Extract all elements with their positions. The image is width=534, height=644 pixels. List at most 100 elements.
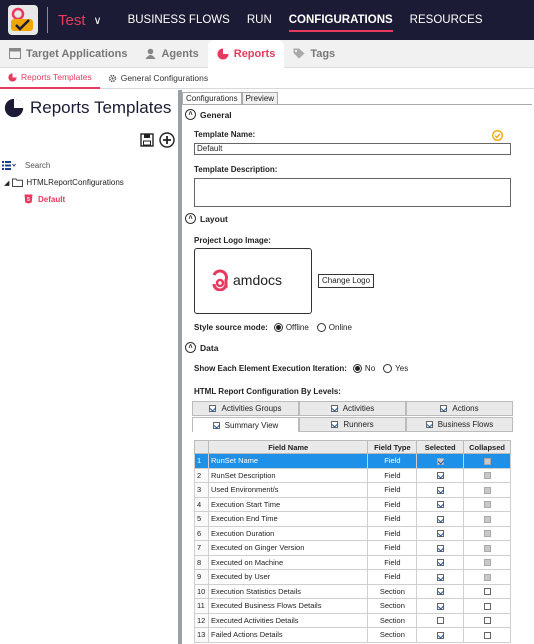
tree-item-default[interactable]: 5 Default bbox=[24, 194, 65, 204]
online-option[interactable]: Online bbox=[316, 323, 352, 332]
collapsed-checkbox[interactable] bbox=[483, 515, 491, 523]
selected-cell[interactable] bbox=[416, 467, 465, 483]
expand-arrow-icon[interactable]: ◢ bbox=[4, 179, 9, 187]
collapsed-checkbox[interactable] bbox=[483, 530, 491, 538]
add-icon[interactable] bbox=[159, 132, 175, 148]
collapse-icon[interactable]: ˄ bbox=[185, 213, 196, 224]
table-row[interactable]: 8 Executed on Machine Field bbox=[194, 554, 511, 570]
collapsed-cell[interactable] bbox=[463, 525, 511, 541]
column-header-collapsed[interactable]: Collapsed bbox=[463, 440, 511, 454]
selected-checkbox[interactable] bbox=[436, 588, 444, 596]
collapsed-checkbox[interactable] bbox=[483, 457, 491, 465]
field-name-cell[interactable]: Execution Duration bbox=[207, 525, 369, 541]
collapsed-cell[interactable] bbox=[463, 467, 511, 483]
collapse-icon[interactable]: ˄ bbox=[185, 342, 196, 353]
radio-offline[interactable] bbox=[273, 323, 283, 332]
tab-summary-view[interactable]: Summary View bbox=[192, 417, 299, 432]
collapsed-checkbox[interactable] bbox=[483, 559, 491, 567]
tab-tags[interactable]: Tags bbox=[284, 40, 344, 68]
collapsed-checkbox[interactable] bbox=[483, 631, 491, 639]
collapsed-cell[interactable] bbox=[463, 540, 511, 556]
collapsed-checkbox[interactable] bbox=[483, 544, 491, 552]
selected-cell[interactable] bbox=[416, 540, 465, 556]
table-row[interactable]: 9 Executed by User Field bbox=[194, 569, 511, 585]
selected-checkbox[interactable] bbox=[436, 559, 444, 567]
search-input[interactable]: Search bbox=[25, 161, 50, 170]
selected-cell[interactable] bbox=[416, 525, 465, 541]
tab-activities-groups[interactable]: Activities Groups bbox=[192, 401, 299, 416]
collapsed-checkbox[interactable] bbox=[483, 617, 491, 625]
section-general[interactable]: ˄ General bbox=[185, 109, 232, 120]
table-row[interactable]: 2 RunSet Description Field bbox=[194, 467, 511, 483]
save-icon[interactable] bbox=[140, 133, 154, 147]
collapsed-cell[interactable] bbox=[463, 598, 511, 614]
template-name-input[interactable]: Default bbox=[194, 143, 511, 155]
nav-configurations[interactable]: CONFIGURATIONS bbox=[288, 0, 393, 40]
selected-checkbox[interactable] bbox=[436, 472, 444, 480]
nav-run[interactable]: RUN bbox=[247, 0, 272, 40]
table-row[interactable]: 5 Execution End Time Field bbox=[194, 511, 511, 527]
nav-resources[interactable]: RESOURCES bbox=[410, 0, 483, 40]
selected-cell[interactable] bbox=[416, 482, 465, 498]
selected-cell[interactable] bbox=[416, 598, 465, 614]
selected-checkbox[interactable] bbox=[436, 617, 444, 625]
field-name-cell[interactable]: Execution End Time bbox=[207, 511, 369, 527]
radio-online[interactable] bbox=[316, 323, 326, 332]
table-row[interactable]: 6 Execution Duration Field bbox=[194, 525, 511, 541]
selected-checkbox[interactable] bbox=[436, 573, 444, 581]
nav-business-flows[interactable]: BUSINESS FLOWS bbox=[128, 0, 230, 40]
change-logo-button[interactable]: Change Logo bbox=[318, 274, 375, 288]
field-name-cell[interactable]: Execution Statistics Details bbox=[207, 583, 369, 599]
selected-cell[interactable] bbox=[416, 569, 465, 585]
field-name-cell[interactable]: RunSet Description bbox=[207, 467, 369, 483]
collapsed-cell[interactable] bbox=[463, 554, 511, 570]
tab-general-configurations[interactable]: General Configurations bbox=[100, 68, 216, 89]
selected-cell[interactable] bbox=[416, 511, 465, 527]
tab-business-flows[interactable]: Business Flows bbox=[406, 417, 513, 432]
column-header-selected[interactable]: Selected bbox=[416, 440, 465, 454]
field-name-cell[interactable]: RunSet Name bbox=[207, 453, 369, 469]
collapsed-checkbox[interactable] bbox=[483, 602, 491, 610]
section-data[interactable]: ˄ Data bbox=[185, 342, 218, 353]
collapsed-checkbox[interactable] bbox=[483, 501, 491, 509]
selected-cell[interactable] bbox=[416, 627, 465, 643]
collapsed-cell[interactable] bbox=[463, 627, 511, 643]
table-row[interactable]: 1 RunSet Name Field bbox=[194, 453, 511, 469]
tab-reports[interactable]: Reports bbox=[207, 39, 285, 68]
no-option[interactable]: No bbox=[352, 364, 375, 373]
radio-no[interactable] bbox=[352, 364, 362, 373]
tab-runners[interactable]: Runners bbox=[299, 417, 406, 432]
collapsed-checkbox[interactable] bbox=[483, 588, 491, 596]
field-name-cell[interactable]: Execution Start Time bbox=[207, 496, 369, 512]
selected-checkbox[interactable] bbox=[436, 530, 444, 538]
selected-checkbox[interactable] bbox=[436, 486, 444, 494]
table-row[interactable]: 10 Execution Statistics Details Section bbox=[194, 583, 511, 599]
tree-item-htmlreportconfigurations[interactable]: ◢ HTMLReportConfigurations bbox=[4, 178, 124, 187]
selected-checkbox[interactable] bbox=[436, 631, 444, 639]
field-name-cell[interactable]: Executed on Machine bbox=[207, 554, 369, 570]
selected-checkbox[interactable] bbox=[436, 501, 444, 509]
field-name-cell[interactable]: Executed on Ginger Version bbox=[207, 540, 369, 556]
tab-activities[interactable]: Activities bbox=[299, 401, 406, 416]
selected-cell[interactable] bbox=[416, 554, 465, 570]
selected-cell[interactable] bbox=[416, 612, 465, 628]
selected-cell[interactable] bbox=[416, 453, 465, 469]
tab-actions[interactable]: Actions bbox=[406, 401, 513, 416]
radio-yes[interactable] bbox=[383, 364, 393, 373]
list-view-icon[interactable] bbox=[2, 160, 16, 170]
collapsed-cell[interactable] bbox=[463, 496, 511, 512]
template-description-input[interactable] bbox=[194, 178, 511, 207]
field-name-cell[interactable]: Failed Actions Details bbox=[207, 627, 369, 643]
collapsed-cell[interactable] bbox=[463, 583, 511, 599]
table-row[interactable]: 3 Used Environment/s Field bbox=[194, 482, 511, 498]
table-row[interactable]: 12 Executed Activities Details Section bbox=[194, 612, 511, 628]
collapsed-cell[interactable] bbox=[463, 569, 511, 585]
selected-checkbox[interactable] bbox=[436, 515, 444, 523]
field-name-cell[interactable]: Executed Activities Details bbox=[207, 612, 369, 628]
field-name-cell[interactable]: Used Environment/s bbox=[207, 482, 369, 498]
column-header-field-type[interactable]: Field Type bbox=[367, 440, 418, 454]
collapsed-cell[interactable] bbox=[463, 511, 511, 527]
collapsed-checkbox[interactable] bbox=[483, 573, 491, 581]
table-row[interactable]: 13 Failed Actions Details Section bbox=[194, 627, 511, 643]
tab-target-applications[interactable]: Target Applications bbox=[0, 40, 136, 68]
